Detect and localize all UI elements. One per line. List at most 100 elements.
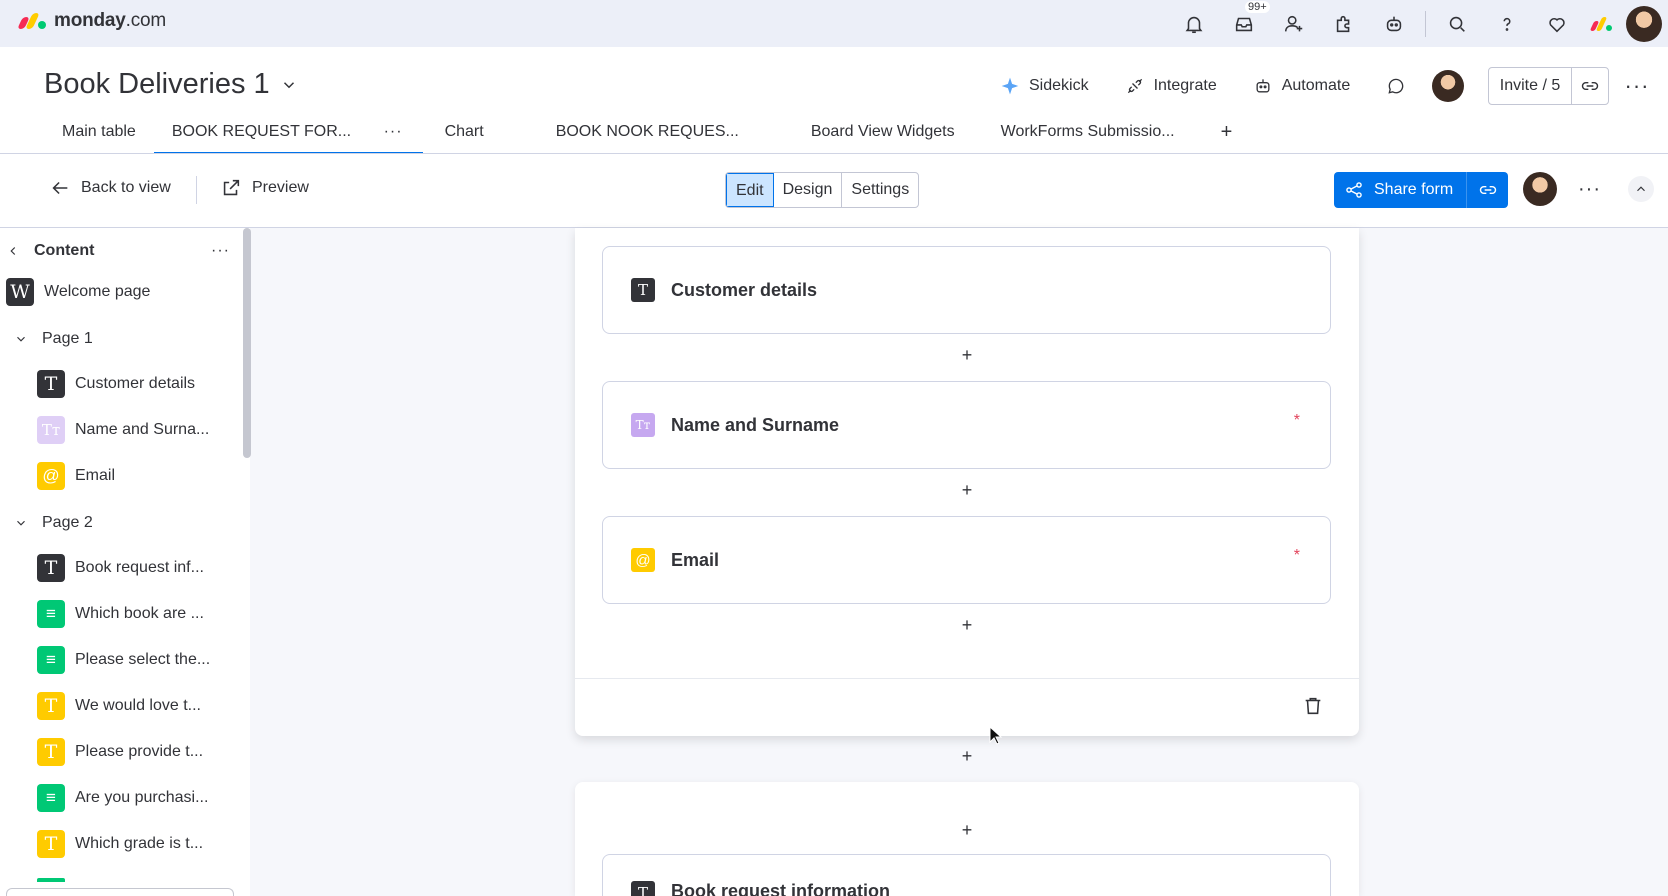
tab-options-icon[interactable]: ···	[374, 123, 413, 140]
form-page-card: T Customer details + Tт Name and Surname…	[575, 228, 1359, 736]
settings-tab[interactable]: Settings	[842, 173, 918, 207]
add-question-button[interactable]: +	[957, 820, 977, 841]
sidebar-item-please-provide[interactable]: T Please provide t...	[37, 738, 203, 766]
sidebar-item-email[interactable]: @ Email	[37, 462, 115, 490]
search-icon[interactable]	[1432, 0, 1482, 47]
invite-button[interactable]: Invite / 5	[1489, 68, 1572, 104]
sidebar-item-are-you-purchasing[interactable]: ≡ Are you purchasi...	[37, 784, 208, 812]
sidebar-item-welcome[interactable]: W Welcome page	[6, 278, 150, 306]
add-view-button[interactable]: +	[1203, 114, 1251, 154]
sidebar-item-please-select[interactable]: ≡ Please select the...	[37, 646, 210, 674]
comment-icon	[1388, 78, 1404, 94]
add-question-button[interactable]: +	[957, 480, 977, 501]
tab-book-request-form[interactable]: BOOK REQUEST FOR... ···	[153, 114, 423, 154]
monday-logo[interactable]: monday.com	[17, 10, 167, 32]
text-block-icon: T	[37, 554, 65, 582]
back-to-view-button[interactable]: Back to view	[49, 177, 171, 199]
board-owner-avatar[interactable]	[1432, 70, 1465, 102]
brand-name: monday.com	[54, 10, 167, 31]
board-more-icon[interactable]: ···	[1612, 62, 1662, 109]
link-icon	[1479, 185, 1496, 195]
sidebar-item-which-grade[interactable]: T Which grade is t...	[37, 830, 203, 858]
collapse-header-button[interactable]	[1628, 176, 1654, 202]
sidebar-item-which-book[interactable]: ≡ Which book are ...	[37, 600, 204, 628]
switcher-logo-icon[interactable]	[1582, 0, 1622, 47]
dropdown-question-icon: ≡	[37, 646, 65, 674]
help-icon[interactable]	[1482, 0, 1532, 47]
short-text-icon: Tт	[37, 416, 65, 444]
form-page-2-card: + T Book request information	[575, 782, 1359, 896]
sidebar-horizontal-scrollbar[interactable]	[6, 888, 234, 896]
dropdown-question-icon: ≡	[37, 784, 65, 812]
edit-mode-switch: Edit Design Settings	[725, 172, 920, 208]
text-block-icon: T	[631, 278, 655, 302]
required-marker: *	[1293, 547, 1300, 564]
question-email[interactable]: @ Email *	[602, 516, 1331, 604]
question-name-surname[interactable]: Tт Name and Surname *	[602, 381, 1331, 469]
top-bar: monday.com 99+	[0, 0, 1668, 47]
sidebar-item-name[interactable]: Tт Name and Surna...	[37, 416, 209, 444]
delete-page-button[interactable]	[1302, 695, 1324, 722]
bell-icon[interactable]	[1169, 0, 1219, 47]
ai-robot-icon[interactable]	[1369, 0, 1419, 47]
sidebar-item-we-would-love[interactable]: T We would love t...	[37, 692, 201, 720]
tab-main-table[interactable]: Main table	[44, 114, 154, 154]
add-question-button[interactable]: +	[957, 615, 977, 636]
copy-form-link-button[interactable]	[1466, 172, 1508, 208]
edit-tab[interactable]: Edit	[726, 173, 774, 207]
logo-mark-icon	[17, 13, 46, 29]
integrate-button[interactable]: Integrate	[1125, 76, 1217, 96]
updates-button[interactable]	[1386, 76, 1406, 96]
chevron-up-icon	[1637, 186, 1645, 192]
short-text-icon: Tт	[631, 413, 655, 437]
automate-button[interactable]: Automate	[1253, 76, 1350, 96]
add-question-button[interactable]: +	[957, 345, 977, 366]
tab-chart[interactable]: Chart	[427, 114, 502, 154]
apps-puzzle-icon[interactable]	[1319, 0, 1369, 47]
form-more-icon[interactable]: ···	[1578, 178, 1601, 201]
welcome-page-icon: W	[6, 278, 34, 306]
share-icon	[1346, 182, 1362, 198]
external-link-icon	[223, 179, 240, 196]
tab-workforms[interactable]: WorkForms Submissio...	[983, 114, 1193, 154]
notification-badge: 99+	[1245, 1, 1270, 13]
content-sidebar: Content ··· W Welcome page Page 1 T Cust…	[0, 228, 251, 896]
board-title[interactable]: Book Deliveries 1	[44, 68, 298, 101]
design-tab[interactable]: Design	[774, 173, 843, 207]
sidebar-item-book-request[interactable]: T Book request inf...	[37, 554, 204, 582]
add-page-button[interactable]: +	[957, 746, 977, 767]
chevron-down-icon	[17, 520, 25, 526]
text-block-icon: T	[631, 881, 655, 896]
chevron-down-icon	[17, 336, 25, 342]
mouse-cursor-icon	[989, 725, 1003, 751]
long-text-icon: T	[37, 692, 65, 720]
sidebar-page-2[interactable]: Page 2	[14, 514, 93, 532]
copy-link-button[interactable]	[1572, 76, 1608, 96]
share-form-button[interactable]: Share form	[1334, 172, 1508, 208]
sidebar-item-customer-details[interactable]: T Customer details	[37, 370, 195, 398]
invite-button-group: Invite / 5	[1488, 67, 1609, 105]
link-icon	[1581, 81, 1599, 91]
divider	[1425, 10, 1426, 37]
tab-board-view-widgets[interactable]: Board View Widgets	[793, 114, 973, 154]
question-book-request-info[interactable]: T Book request information	[602, 854, 1331, 896]
chevron-left-icon[interactable]	[6, 244, 20, 258]
user-avatar[interactable]	[1626, 5, 1662, 42]
sidebar-page-1[interactable]: Page 1	[14, 330, 93, 348]
sidebar-scrollbar[interactable]	[243, 228, 251, 458]
tab-book-nook[interactable]: BOOK NOOK REQUES...	[538, 114, 757, 154]
sidebar-more-icon[interactable]: ···	[211, 242, 230, 260]
inbox-icon[interactable]: 99+	[1219, 0, 1270, 47]
heart-icon[interactable]	[1532, 0, 1582, 47]
email-icon: @	[37, 462, 65, 490]
long-text-icon: T	[37, 738, 65, 766]
sidekick-button[interactable]: Sidekick	[1000, 76, 1089, 96]
form-toolbar: Back to view Preview Edit Design Setting…	[0, 168, 1668, 212]
form-owner-avatar[interactable]	[1523, 172, 1557, 206]
sparkle-icon	[1001, 77, 1019, 95]
trash-icon	[1305, 697, 1321, 715]
sidebar-header: Content ···	[6, 242, 230, 260]
preview-button[interactable]: Preview	[220, 177, 309, 199]
question-customer-details[interactable]: T Customer details	[602, 246, 1331, 334]
invite-members-icon[interactable]	[1269, 0, 1319, 47]
